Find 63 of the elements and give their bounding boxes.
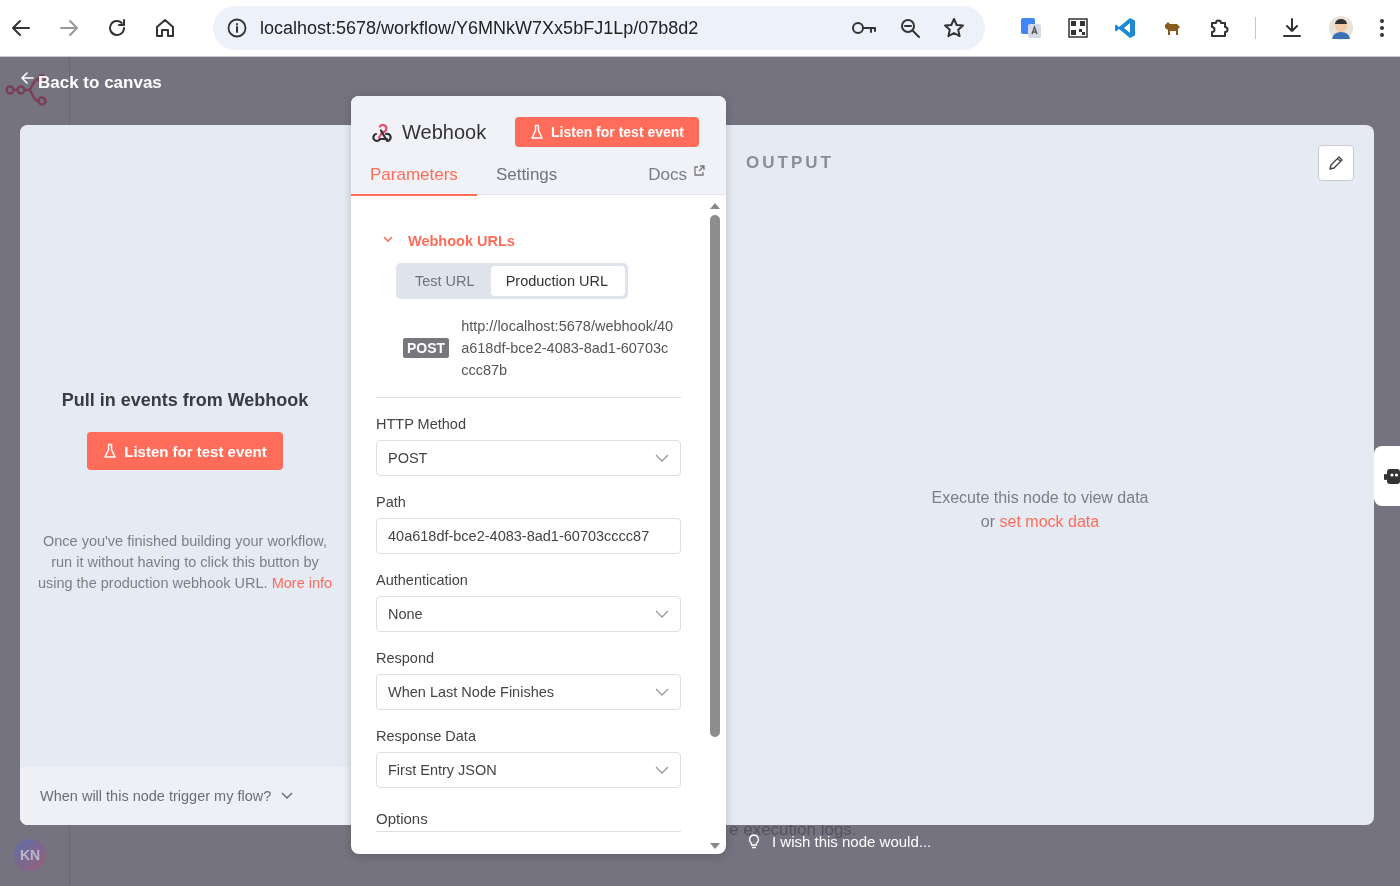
feedback-link[interactable]: I wish this node would... <box>748 833 932 850</box>
user-avatar[interactable]: KN <box>14 839 46 871</box>
options-label: Options <box>376 810 429 827</box>
code-editor-icon[interactable] <box>1113 16 1137 40</box>
scroll-down-icon <box>709 842 721 850</box>
panel-tab[interactable]: Settings <box>476 161 577 196</box>
scrollbar-thumb[interactable] <box>710 215 720 737</box>
star-icon[interactable] <box>943 17 965 39</box>
flask-icon <box>530 124 544 140</box>
set-mock-data-link[interactable]: set mock data <box>999 513 1100 530</box>
webhook-icon <box>372 122 392 142</box>
method-badge: POST <box>403 338 450 358</box>
info-icon[interactable] <box>226 17 248 39</box>
caret-icon <box>655 688 669 696</box>
caret-icon <box>655 766 669 774</box>
input-field[interactable]: 40a618df-bce2-4083-8ad1-60703cccc87 <box>376 518 681 554</box>
home-icon[interactable] <box>153 16 177 40</box>
external-link-icon <box>693 165 705 177</box>
select-field[interactable]: None <box>376 596 681 632</box>
url-text: localhost:5678/workflow/Y6MNkW7Xx5bFJ1Lp/07b8d2 <box>260 17 699 39</box>
download-icon[interactable] <box>1280 16 1304 40</box>
address-bar[interactable]: localhost:5678/workflow/Y6MNkW7Xx5bFJ1Lp/07b8d2 <box>213 6 985 50</box>
flask-icon <box>103 443 118 459</box>
caret-icon <box>655 454 669 462</box>
field-label: Respond <box>376 650 436 666</box>
profile-avatar-icon[interactable] <box>1328 15 1354 41</box>
docs-link[interactable]: Docs <box>648 165 705 196</box>
field-label: HTTP Method <box>376 416 467 432</box>
zoom-icon[interactable] <box>899 17 921 39</box>
scroll-up-icon <box>709 202 721 210</box>
lightbulb-icon <box>748 833 760 850</box>
webhook-url[interactable]: http://localhost:5678/webhook/40a618df-bce2-4083-8ad1-60703cccc87b <box>461 315 674 381</box>
description-text: Once you've finished building your workflow, run it without having to click this button by using the production webhook URL. More info <box>36 532 334 593</box>
more-info-link[interactable]: More info <box>271 575 333 591</box>
empty-message: Execute this node to view data <box>931 488 1149 508</box>
panel-title: Pull in events from Webhook <box>61 390 309 411</box>
field-label: Authentication <box>376 572 469 588</box>
url-tab[interactable]: Production URL <box>490 266 625 296</box>
panel-tab[interactable]: Parameters <box>351 161 477 196</box>
assistant-tab[interactable] <box>1374 446 1400 506</box>
robot-icon <box>1384 466 1400 486</box>
trigger-info-toggle[interactable]: When will this node trigger my flow? <box>40 788 294 804</box>
field-label: Response Data <box>376 728 477 744</box>
pencil-icon <box>1327 154 1345 172</box>
section-toggle[interactable]: Webhook URLs <box>376 229 681 249</box>
edit-button[interactable] <box>1318 145 1354 181</box>
mock-data-text: or set mock data <box>980 512 1100 532</box>
back-arrow-icon <box>20 71 34 85</box>
output-title: OUTPUT <box>746 153 834 173</box>
select-field[interactable]: First Entry JSON <box>376 752 681 788</box>
listen-button[interactable]: Listen for test event <box>515 117 700 147</box>
url-tab[interactable]: Test URL <box>399 266 491 296</box>
select-field[interactable]: When Last Node Finishes <box>376 674 681 710</box>
caret-icon <box>655 610 669 618</box>
menu-icon[interactable] <box>1378 17 1386 39</box>
chevron-down-icon <box>281 792 294 800</box>
qr-code-icon[interactable] <box>1067 17 1089 39</box>
translate-icon[interactable] <box>1019 16 1043 40</box>
back-link[interactable]: Back to canvas <box>20 73 162 93</box>
node-title: Webhook <box>402 120 488 144</box>
select-field[interactable]: POST <box>376 440 681 476</box>
field-label: Path <box>376 494 407 510</box>
listen-button[interactable]: Listen for test event <box>87 432 283 470</box>
